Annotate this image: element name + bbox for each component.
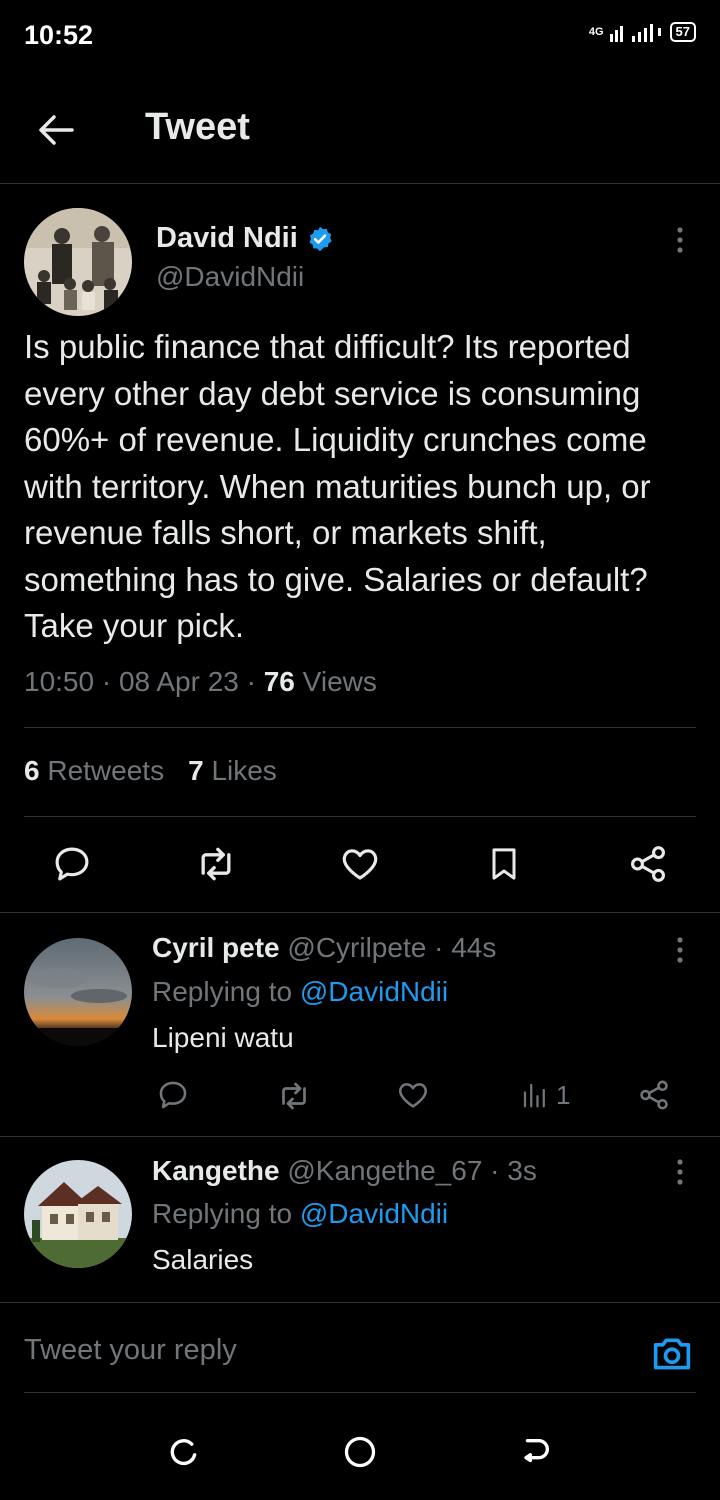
reply-author-name[interactable]: Kangethe (152, 1155, 280, 1186)
comment-icon (159, 1081, 187, 1109)
author-handle[interactable]: @DavidNdii (156, 261, 304, 293)
reply-time: 3s (507, 1155, 537, 1186)
reply-avatar-photo (24, 938, 132, 1046)
bookmark-button[interactable] (480, 840, 528, 888)
replying-to: Replying to @DavidNdii (152, 976, 448, 1008)
arrow-left-icon (39, 115, 74, 145)
signal-icon (609, 24, 661, 42)
replying-to-mention[interactable]: @DavidNdii (300, 1198, 448, 1229)
author-name: David Ndii (156, 222, 298, 254)
camera-button[interactable] (650, 1333, 694, 1373)
reply-like-button[interactable] (396, 1078, 430, 1112)
nav-home-button[interactable] (340, 1432, 380, 1472)
meta-divider (24, 727, 696, 728)
tweet-text: Is public finance that difficult? Its re… (24, 328, 651, 644)
nav-back-button[interactable] (516, 1432, 556, 1472)
reply-author-name[interactable]: Cyril pete (152, 932, 280, 963)
replying-to-mention[interactable]: @DavidNdii (300, 976, 448, 1007)
views-count: 76 (263, 666, 295, 697)
more-vertical-icon (677, 227, 683, 253)
likes-stat[interactable]: 7 Likes (188, 755, 277, 787)
reply-author-handle[interactable]: @Cyrilpete (287, 932, 426, 963)
reply-more-button[interactable] (670, 930, 690, 970)
reply-input[interactable] (24, 1334, 624, 1367)
retweets-label: Retweets (47, 755, 165, 786)
reply-header: Kangethe @Kangethe_67 · 3s (152, 1155, 537, 1186)
reply-button[interactable] (48, 840, 96, 888)
more-vertical-icon (677, 1159, 683, 1185)
share-icon (631, 846, 665, 882)
back-button[interactable] (34, 108, 78, 152)
author-name-row[interactable]: David Ndii (156, 222, 334, 255)
reply-more-button[interactable] (670, 1152, 690, 1192)
reply-avatar[interactable] (24, 938, 132, 1046)
reply-avatar[interactable] (24, 1160, 132, 1268)
heart-icon (399, 1083, 427, 1108)
reply-text: Salaries (152, 1244, 254, 1275)
reply1-divider (0, 1136, 720, 1137)
tweet-date: 08 Apr 23 (118, 666, 239, 697)
retweets-stat[interactable]: 6 Retweets (24, 755, 164, 787)
reply2-divider (0, 1302, 720, 1303)
status-icons: 4G 57 (589, 22, 696, 42)
network-label: 4G (588, 26, 604, 38)
more-vertical-icon (677, 937, 683, 963)
retweet-button[interactable] (192, 840, 240, 888)
replying-to: Replying to @DavidNdii (152, 1198, 448, 1230)
views-label: Views (302, 666, 377, 697)
reply-text: Lipeni watu (152, 1022, 294, 1053)
reply-reply-button[interactable] (156, 1078, 190, 1112)
replying-to-label: Replying to (152, 976, 293, 1007)
battery-indicator: 57 (669, 22, 696, 42)
reply-views-count: 1 (556, 1079, 571, 1110)
tweet-meta: 10:50 · 08 Apr 23 · 76 Views (24, 666, 377, 697)
recents-icon (170, 1439, 197, 1466)
tweet-stats: 6 Retweets 7 Likes (24, 755, 277, 787)
author-avatar-photo (24, 208, 132, 316)
bar-chart-icon (523, 1083, 545, 1108)
header-divider (0, 183, 720, 184)
retweet-icon (282, 1082, 306, 1110)
verified-badge-icon (309, 226, 332, 251)
bookmark-icon (492, 848, 516, 880)
tweet-more-button[interactable] (670, 220, 690, 260)
share-button[interactable] (624, 840, 672, 888)
likes-count: 7 (188, 755, 204, 786)
comment-icon (55, 847, 89, 881)
reply-author-handle[interactable]: @Kangethe_67 (287, 1155, 482, 1186)
tweet-time: 10:50 (24, 666, 95, 697)
nav-back-icon (524, 1438, 549, 1463)
camera-icon (653, 1338, 691, 1370)
reply-share-button[interactable] (637, 1078, 671, 1112)
retweet-icon (201, 847, 231, 881)
reply-header: Cyril pete @Cyrilpete · 44s (152, 932, 497, 963)
share-icon (640, 1080, 668, 1110)
home-circle-icon (344, 1436, 376, 1468)
nav-recents-button[interactable] (164, 1432, 204, 1472)
page-title: Tweet (145, 106, 250, 148)
reply-box-divider (24, 1392, 696, 1393)
like-button[interactable] (336, 840, 384, 888)
status-time: 10:52 (24, 20, 94, 50)
reply-views-button[interactable]: 1 (520, 1078, 570, 1112)
likes-label: Likes (211, 755, 277, 786)
replying-to-label: Replying to (152, 1198, 293, 1229)
retweets-count: 6 (24, 755, 40, 786)
reply-retweet-button[interactable] (276, 1078, 312, 1114)
reply-time: 44s (451, 932, 497, 963)
actions-divider (0, 912, 720, 913)
stats-divider (24, 816, 696, 817)
author-avatar[interactable] (24, 208, 132, 316)
reply-avatar-photo (24, 1160, 132, 1268)
heart-icon (342, 849, 378, 880)
